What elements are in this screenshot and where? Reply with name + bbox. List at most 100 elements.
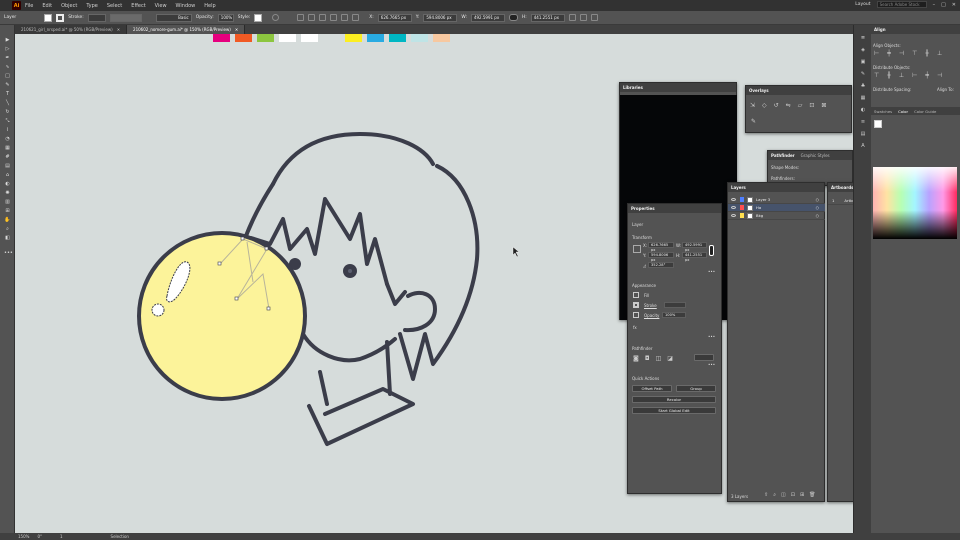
gum-bubble[interactable] (137, 231, 307, 401)
dist-vcenter-icon[interactable]: ╫ (887, 72, 891, 79)
perspective-icon[interactable]: ▦ (4, 145, 11, 151)
variable-width-field[interactable] (109, 13, 142, 22)
layer-row[interactable]: Layer 3 ○ (728, 196, 825, 204)
color-swatch[interactable] (433, 34, 450, 42)
minimize-icon[interactable]: – (933, 2, 936, 8)
align-hcenter-icon[interactable] (308, 14, 316, 21)
graphic-styles-tab[interactable]: Graphic Styles (801, 153, 830, 158)
x-prop-field[interactable]: 626.7665 px (648, 242, 674, 252)
workspace-switcher[interactable]: Layout (855, 2, 870, 7)
gradient-tool-icon[interactable]: ▤ (4, 163, 11, 169)
symbols-dock-icon[interactable]: ♣ (859, 83, 867, 90)
new-layer-icon[interactable]: ⊞ (800, 492, 804, 498)
distort-icon[interactable]: ◇ (762, 102, 767, 109)
w-prop-field[interactable]: 492.5991 px (682, 242, 707, 252)
reference-point-icon[interactable] (633, 245, 641, 253)
properties-header[interactable]: Properties (628, 204, 721, 213)
menu-type[interactable]: Type (86, 3, 97, 9)
align-top-obj-icon[interactable]: ⊤ (912, 50, 917, 57)
tab-close-icon[interactable]: ✕ (117, 27, 120, 32)
color-swatch[interactable] (345, 34, 362, 42)
tab-swatches[interactable]: Swatches (874, 109, 892, 114)
export-icon[interactable]: ⇪ (764, 492, 768, 498)
fx-icon[interactable]: fx (633, 325, 637, 330)
target-circle-icon[interactable]: ○ (816, 197, 819, 202)
type-tool-icon[interactable]: T (4, 91, 11, 97)
color-swatch[interactable] (301, 34, 318, 42)
layers-dock-icon[interactable]: ◈ (859, 47, 867, 54)
stroke-weight-field[interactable] (87, 13, 106, 22)
rotate-icon[interactable]: ↺ (774, 102, 779, 109)
paintbrush-tool-icon[interactable]: ✎ (4, 82, 11, 88)
y-field[interactable]: 594.8006 px (423, 13, 458, 22)
recolor-icon[interactable] (272, 14, 280, 21)
scale-tool-icon[interactable]: ⤡ (4, 118, 11, 124)
brushes-dock-icon[interactable]: ✎ (859, 71, 867, 78)
side-hair[interactable] (385, 282, 407, 306)
stroke-weight-prop[interactable] (664, 302, 686, 308)
pen-tool-icon[interactable]: ✒ (4, 55, 11, 61)
menu-help[interactable]: Help (204, 3, 215, 9)
width-tool-icon[interactable]: ⌇ (4, 127, 11, 133)
mesh-tool-icon[interactable]: # (4, 154, 11, 160)
menu-file[interactable]: File (25, 3, 33, 9)
transform-icon[interactable] (568, 14, 576, 21)
menu-view[interactable]: View (155, 3, 167, 9)
h-field[interactable]: 441.2551 px (530, 13, 565, 22)
tab-close-icon[interactable]: ✕ (235, 27, 238, 32)
tab-color-guide[interactable]: Color Guide (914, 109, 936, 114)
visibility-eye-icon[interactable] (731, 198, 736, 201)
graph-tool-icon[interactable]: ▥ (4, 199, 11, 205)
more-pathfinder-icon[interactable]: ••• (708, 362, 715, 367)
hair-back[interactable] (398, 164, 480, 381)
align-left-obj-icon[interactable]: ⊢ (874, 50, 879, 57)
stroke-swatch-prop[interactable] (633, 302, 639, 308)
visibility-eye-icon[interactable] (731, 214, 736, 217)
minus-front-icon[interactable]: ◘ (645, 355, 650, 362)
transform-each-icon[interactable]: ⇲ (750, 102, 755, 109)
opacity-field[interactable]: 100% (217, 13, 234, 22)
more-options-icon[interactable] (590, 14, 598, 21)
pathfinder-header[interactable]: Pathfinder Graphic Styles (768, 151, 852, 160)
close-icon[interactable]: ✕ (952, 2, 956, 8)
target-circle-icon[interactable]: ○ (816, 213, 819, 218)
clipping-mask-icon[interactable]: ◫ (781, 492, 786, 498)
reflect-icon[interactable]: ⇋ (786, 102, 791, 109)
color-swatch[interactable] (257, 34, 274, 42)
color-fill-stroke-icon[interactable] (874, 120, 882, 128)
dist-bottom-icon[interactable]: ⊥ (899, 72, 904, 79)
menu-edit[interactable]: Edit (42, 3, 52, 9)
unite-icon[interactable]: ◙ (633, 355, 639, 362)
more-appearance-icon[interactable]: ••• (708, 334, 715, 339)
recolor-button[interactable]: Recolor (632, 396, 716, 403)
rotation-value[interactable]: 0° (37, 534, 42, 539)
libraries-header[interactable]: Libraries (620, 83, 736, 92)
menu-window[interactable]: Window (176, 3, 196, 9)
opacity-prop-field[interactable]: 100% (662, 312, 686, 318)
stock-search-input[interactable]: Search Adobe Stock (876, 1, 927, 8)
shape-builder-icon[interactable]: ◔ (4, 136, 11, 142)
rotate-tool-icon[interactable]: ↻ (4, 109, 11, 115)
color-swatch[interactable] (389, 34, 406, 42)
stroke-swatch[interactable] (56, 13, 65, 22)
brush-field[interactable]: Basic (155, 13, 192, 22)
y-prop-field[interactable]: 594.8006 px (648, 252, 674, 262)
gradient-dock-icon[interactable]: ▤ (859, 131, 867, 138)
align-left-icon[interactable] (297, 14, 305, 21)
new-sublayer-icon[interactable]: ⊡ (791, 492, 795, 498)
offset-path-button[interactable]: Offset Path (632, 385, 672, 392)
link-icon[interactable] (508, 14, 518, 21)
delete-icon[interactable]: 🗑 (809, 492, 815, 498)
curvature-tool-icon[interactable]: ∿ (4, 64, 11, 70)
symbol-sprayer-icon[interactable]: ✺ (4, 190, 11, 196)
w-field[interactable]: 492.5991 px (470, 13, 505, 22)
start-global-edit-button[interactable]: Start Global Edit (632, 407, 716, 414)
tab-color[interactable]: Color (898, 109, 908, 114)
libraries-dock-icon[interactable]: ▣ (859, 59, 867, 66)
properties-dock-icon[interactable]: ≣ (859, 35, 867, 42)
h-prop-field[interactable]: 441.2551 px (682, 252, 707, 262)
color-spectrum[interactable] (873, 167, 957, 239)
artboard-tool-icon[interactable]: ⊞ (4, 208, 11, 214)
align-middle-obj-icon[interactable]: ╫ (925, 50, 929, 57)
color-swatch[interactable] (279, 34, 296, 42)
